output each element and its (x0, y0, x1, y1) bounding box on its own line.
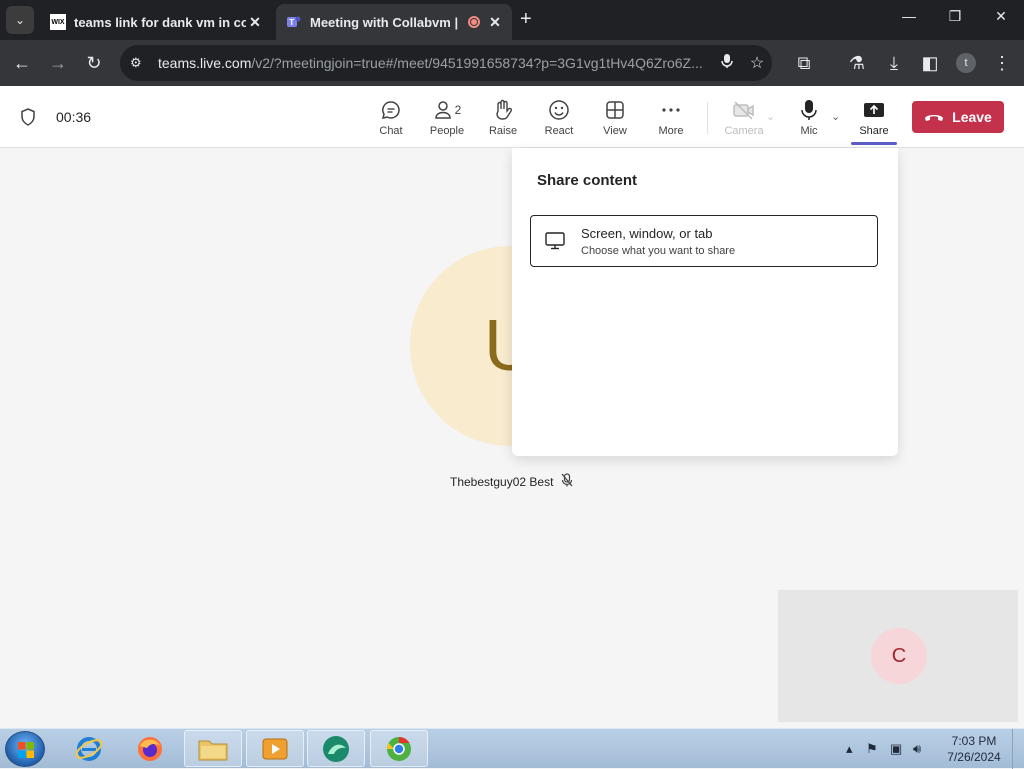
share-panel-title: Share content (537, 172, 638, 189)
windows-taskbar: ▴ ⚑ ▣ 🔊︎ 7:03 PM 7/26/2024 (0, 728, 1024, 769)
network-icon[interactable]: ▣ (890, 741, 902, 757)
camera-options-chevron-icon[interactable]: ⌄ (766, 110, 775, 123)
teams-favicon-icon: T (286, 14, 302, 30)
more-icon (661, 98, 681, 122)
chrome-windows-icon (387, 736, 411, 761)
media-player-icon (262, 738, 288, 759)
share-button[interactable]: Share (846, 98, 902, 137)
view-button[interactable]: View (587, 98, 643, 137)
firefox-taskbar-button[interactable] (121, 730, 179, 767)
browser-tab-strip: ⌄ WIX teams link for dank vm in comments… (0, 0, 1024, 40)
meeting-timer: 00:36 (56, 109, 92, 125)
share-option-subtitle: Choose what you want to share (581, 245, 736, 257)
tab-wix[interactable]: WIX teams link for dank vm in comments ✕ (40, 4, 272, 40)
meeting-controls-bar: 00:36 Chat 2 People Raise React View Mor… (0, 86, 1024, 148)
share-content-panel: Share content Screen, window, or tab Cho… (512, 148, 898, 456)
labs-flask-icon[interactable]: ⚗ (845, 52, 869, 74)
smiley-icon (548, 98, 570, 122)
people-button[interactable]: 2 People (419, 98, 475, 137)
mic-search-icon[interactable] (712, 53, 742, 74)
chrome-menu-icon[interactable]: ⋮ (990, 52, 1014, 74)
start-button[interactable] (5, 731, 45, 767)
more-button[interactable]: More (643, 98, 699, 137)
browser-toolbar: ← → ↻ ⚙ teams.live.com/v2/?meetingjoin=t… (0, 40, 1024, 86)
recording-indicator-icon (468, 16, 480, 28)
mic-options-chevron-icon[interactable]: ⌄ (831, 110, 840, 123)
participant-name-label: Thebestguy02 Best (450, 473, 573, 490)
camera-off-icon (732, 98, 756, 122)
self-video-tile[interactable]: C (778, 590, 1018, 722)
media-player-taskbar-button[interactable] (246, 730, 304, 767)
tab-title: teams link for dank vm in comments (74, 14, 246, 30)
leave-label: Leave (952, 109, 992, 125)
profile-avatar[interactable]: t (956, 53, 976, 73)
tab-search-button[interactable]: ⌄ (6, 6, 34, 34)
toolbar-divider (707, 102, 708, 134)
file-explorer-taskbar-button[interactable] (184, 730, 242, 767)
chat-button[interactable]: Chat (363, 98, 419, 137)
tab-teams-meeting[interactable]: T Meeting with Collabvm | M ✕ (276, 4, 512, 40)
self-avatar: C (871, 628, 927, 684)
tab-title: Meeting with Collabvm | M (310, 14, 462, 30)
address-bar[interactable]: ⚙ teams.live.com/v2/?meetingjoin=true#/m… (120, 45, 772, 81)
system-clock[interactable]: 7:03 PM 7/26/2024 (940, 733, 1008, 765)
folder-icon (198, 740, 228, 760)
show-desktop-button[interactable] (1012, 729, 1024, 769)
monitor-icon (545, 232, 565, 255)
participant-name: Thebestguy02 Best (450, 474, 554, 489)
svg-text:T: T (289, 18, 294, 27)
close-tab-icon[interactable]: ✕ (486, 14, 504, 31)
people-count: 2 (454, 103, 462, 117)
url-text: teams.live.com/v2/?meetingjoin=true#/mee… (158, 55, 703, 71)
clock-date: 7/26/2024 (947, 750, 1001, 764)
hang-up-icon (924, 109, 944, 125)
side-panel-icon[interactable]: ◧ (918, 52, 942, 74)
share-screen-option[interactable]: Screen, window, or tab Choose what you w… (530, 215, 878, 267)
shield-icon[interactable] (20, 108, 36, 126)
mic-off-icon (561, 473, 573, 490)
show-hidden-icons-chevron-icon[interactable]: ▴ (846, 741, 853, 757)
chat-icon (380, 98, 402, 122)
chrome-taskbar-button[interactable] (370, 730, 428, 767)
forward-icon[interactable]: → (46, 52, 70, 74)
internet-explorer-icon (75, 736, 103, 761)
share-icon (863, 98, 885, 122)
raise-hand-button[interactable]: Raise (475, 98, 531, 137)
clock-time: 7:03 PM (951, 734, 997, 748)
site-settings-icon[interactable]: ⚙ (130, 55, 150, 71)
share-active-indicator (851, 142, 897, 145)
restore-icon[interactable]: ❐ (940, 8, 970, 25)
hand-icon (493, 98, 513, 122)
windows-logo-icon (18, 742, 34, 758)
app-taskbar-button[interactable] (307, 730, 365, 767)
camera-button[interactable]: Camera (716, 98, 772, 137)
back-icon[interactable]: ← (10, 52, 34, 74)
green-app-icon (323, 735, 349, 762)
react-button[interactable]: React (531, 98, 587, 137)
firefox-icon (138, 736, 162, 761)
internet-explorer-taskbar-button[interactable] (60, 730, 118, 767)
reload-icon[interactable]: ↻ (82, 52, 106, 74)
grid-icon (605, 98, 625, 122)
leave-button[interactable]: Leave (912, 101, 1004, 133)
people-icon (434, 101, 451, 119)
volume-icon[interactable]: 🔊︎ (913, 741, 921, 757)
mic-button[interactable]: Mic (781, 98, 837, 137)
share-option-title: Screen, window, or tab (581, 226, 713, 241)
bookmark-star-icon[interactable]: ☆ (742, 53, 772, 73)
close-window-icon[interactable]: ✕ (986, 8, 1016, 25)
download-icon[interactable]: ⤓ (882, 52, 906, 74)
minimize-icon[interactable]: — (894, 8, 924, 24)
new-tab-button[interactable]: + (520, 8, 532, 31)
extensions-icon[interactable]: ⧉ (792, 52, 816, 74)
action-center-flag-icon[interactable]: ⚑ (866, 741, 878, 757)
mic-icon (801, 98, 817, 122)
wix-favicon-icon: WIX (50, 14, 66, 30)
close-tab-icon[interactable]: ✕ (246, 14, 264, 31)
